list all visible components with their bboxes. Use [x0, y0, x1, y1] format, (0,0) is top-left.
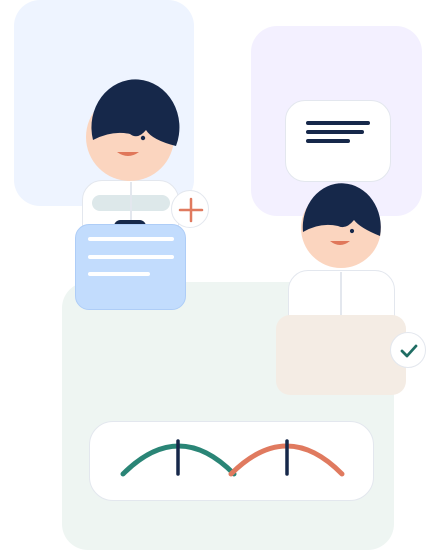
connection-card: [89, 421, 374, 501]
bridge-arcs-icon: [120, 439, 345, 477]
